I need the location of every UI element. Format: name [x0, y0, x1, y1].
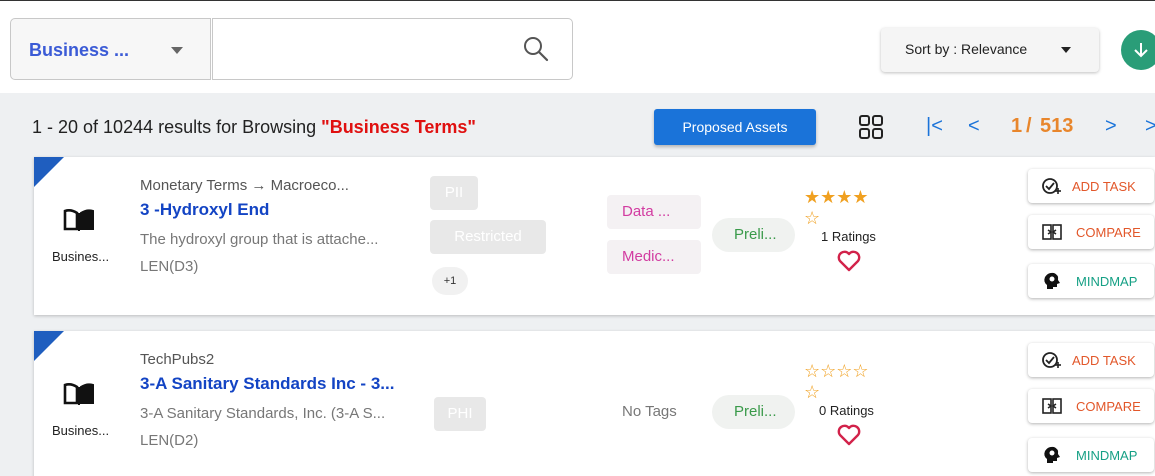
search-field[interactable]	[212, 18, 573, 80]
mindmap-button[interactable]: MINDMAP	[1028, 438, 1154, 472]
app-frame: Business ... Sort by : Relevance 1 - 20 …	[0, 0, 1155, 476]
more-classifications-chip[interactable]: +1	[432, 267, 468, 295]
tag-chip-medic[interactable]: Medic...	[607, 240, 701, 274]
sort-label: Sort by : Relevance	[905, 41, 1028, 57]
prev-page-button[interactable]: <	[968, 115, 980, 138]
compare-button[interactable]: COMPARE	[1028, 215, 1154, 249]
results-panel: 1 - 20 of 10244 results for Browsing "Bu…	[0, 93, 1155, 476]
compare-label: COMPARE	[1076, 399, 1141, 414]
star-empty-icon[interactable]: ☆	[804, 208, 820, 228]
page-separator: /	[1026, 115, 1032, 137]
star-empty-icon[interactable]: ☆	[836, 361, 852, 381]
star-empty-icon[interactable]: ☆	[804, 361, 820, 381]
first-page-button[interactable]: |<	[926, 115, 943, 138]
head-idea-icon	[1044, 446, 1060, 463]
star-filled-icon[interactable]: ★	[804, 187, 820, 207]
add-task-label: ADD TASK	[1072, 353, 1136, 368]
no-tags-text: No Tags	[622, 403, 677, 420]
star-filled-icon[interactable]: ★	[820, 187, 836, 207]
mindmap-label: MINDMAP	[1076, 274, 1138, 289]
asset-type-label: Busines...	[52, 423, 110, 438]
card-corner-marker	[34, 157, 64, 187]
star-filled-icon[interactable]: ★	[836, 187, 852, 207]
asset-type-select[interactable]: Business ...	[10, 18, 211, 80]
asset-type-value: Business ...	[29, 40, 130, 60]
asset-path[interactable]: Monetary Terms → Macroeco...	[140, 177, 349, 194]
sort-dropdown[interactable]: Sort by : Relevance	[881, 28, 1099, 72]
card-corner-marker	[34, 331, 64, 361]
next-page-button[interactable]: >	[1105, 115, 1117, 138]
star-empty-icon[interactable]: ☆	[804, 382, 820, 402]
last-page-button[interactable]: >	[1145, 115, 1155, 138]
star-empty-icon[interactable]: ☆	[852, 361, 868, 381]
caret-down-icon	[1061, 47, 1071, 53]
asset-description: 3-A Sanitary Standards, Inc. (3-A S...	[140, 405, 386, 422]
status-badge: Preli...	[712, 395, 795, 429]
total-pages: 513	[1040, 115, 1074, 137]
grid-view-icon[interactable]	[858, 114, 884, 140]
heart-icon[interactable]	[836, 249, 862, 273]
compare-icon	[1042, 398, 1062, 414]
add-task-button[interactable]: ADD TASK	[1028, 169, 1154, 203]
add-task-button[interactable]: ADD TASK	[1028, 343, 1154, 377]
book-icon	[63, 209, 94, 231]
rating-stars[interactable]: ☆☆☆☆ ☆	[804, 361, 894, 403]
status-badge: Preli...	[712, 218, 795, 252]
ratings-count: 0 Ratings	[819, 403, 874, 418]
classification-chip-pii[interactable]: PII	[430, 176, 478, 210]
classification-chip-restricted[interactable]: Restricted	[430, 220, 546, 254]
asset-formula: LEN(D2)	[140, 432, 199, 449]
star-filled-icon[interactable]: ★	[852, 187, 868, 207]
heart-icon[interactable]	[836, 423, 862, 447]
download-button[interactable]	[1121, 30, 1155, 70]
star-empty-icon[interactable]: ☆	[820, 361, 836, 381]
result-card[interactable]: Busines... Monetary Terms → Macroeco... …	[34, 157, 1155, 315]
mindmap-label: MINDMAP	[1076, 448, 1138, 463]
asset-title-link[interactable]: 3 -Hydroxyl End	[140, 200, 269, 220]
ratings-count: 1 Ratings	[821, 229, 876, 244]
check-plus-icon	[1042, 178, 1061, 194]
asset-type-label: Busines...	[52, 249, 110, 264]
compare-button[interactable]: COMPARE	[1028, 389, 1154, 423]
results-summary: 1 - 20 of 10244 results for Browsing "Bu…	[32, 117, 476, 138]
compare-label: COMPARE	[1076, 225, 1141, 240]
asset-description: The hydroxyl group that is attache...	[140, 231, 379, 248]
chevron-down-icon	[171, 47, 183, 54]
results-query: "Business Terms"	[321, 117, 476, 137]
compare-icon	[1042, 224, 1062, 240]
mindmap-button[interactable]: MINDMAP	[1028, 264, 1154, 298]
add-task-label: ADD TASK	[1072, 179, 1136, 194]
results-count-text: 1 - 20 of 10244 results for Browsing	[32, 117, 322, 137]
current-page: 1	[1011, 115, 1023, 137]
proposed-assets-button[interactable]: Proposed Assets	[654, 109, 816, 145]
top-bar: Business ... Sort by : Relevance	[0, 1, 1155, 93]
asset-title-link[interactable]: 3-A Sanitary Standards Inc - 3...	[140, 374, 394, 394]
arrow-down-icon	[1134, 43, 1148, 58]
head-idea-icon	[1044, 272, 1060, 289]
tag-chip-data[interactable]: Data ...	[607, 195, 701, 229]
check-plus-icon	[1042, 352, 1061, 368]
classification-chip-phi[interactable]: PHI	[434, 397, 486, 431]
result-card[interactable]: Busines... TechPubs2 3-A Sanitary Standa…	[34, 331, 1155, 476]
search-icon[interactable]	[522, 35, 550, 63]
asset-formula: LEN(D3)	[140, 258, 199, 275]
rating-stars[interactable]: ★★★★ ☆	[804, 187, 894, 229]
book-icon	[63, 383, 94, 405]
search-input[interactable]	[223, 35, 513, 65]
asset-path[interactable]: TechPubs2	[140, 351, 214, 368]
